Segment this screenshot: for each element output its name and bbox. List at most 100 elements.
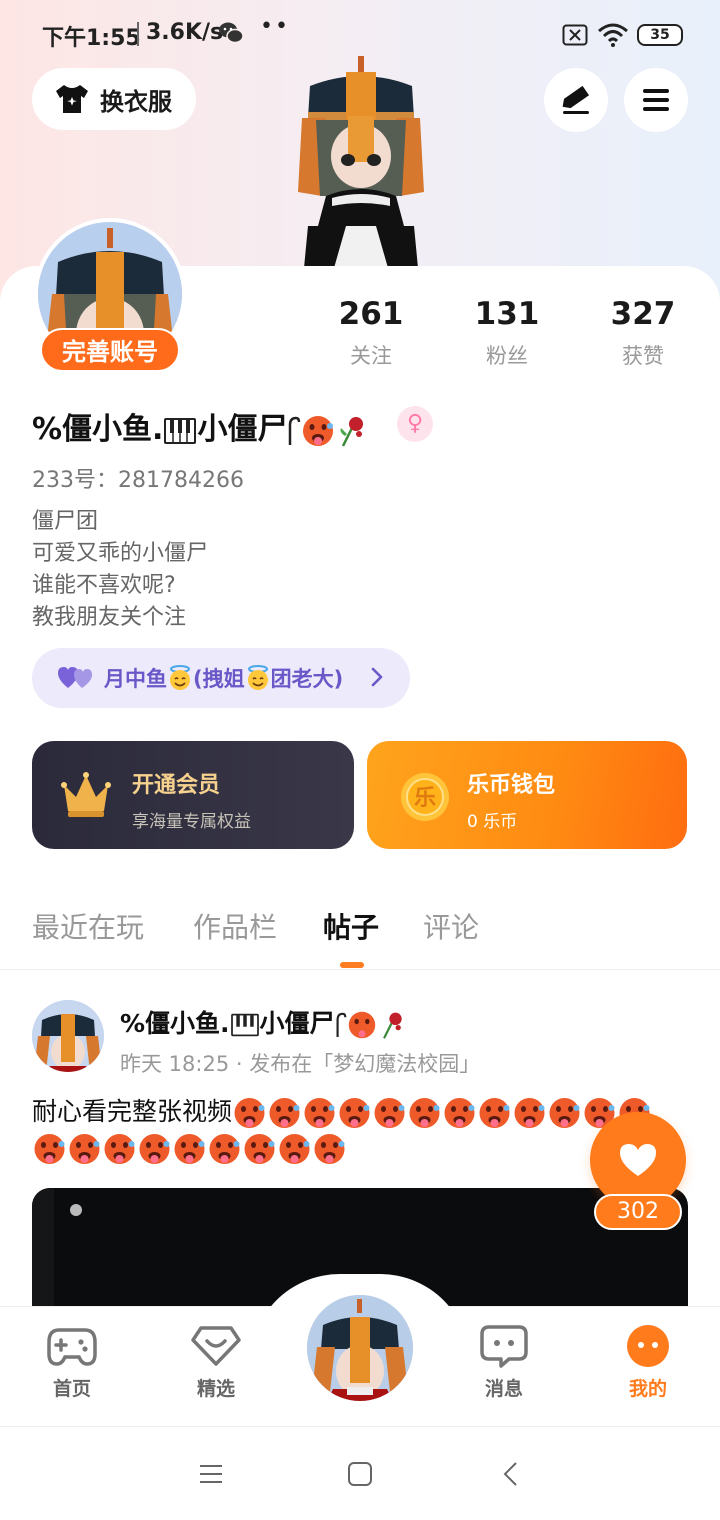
heart-icon — [620, 1144, 656, 1176]
wifi-icon — [598, 23, 628, 47]
hot-face-emoji-icon — [479, 1098, 510, 1128]
wilted-rose-icon — [340, 416, 364, 447]
face-icon — [627, 1325, 669, 1367]
wallet-card[interactable]: 乐 乐币钱包 0 乐币 — [367, 741, 687, 849]
avatar-portrait-icon — [32, 1000, 104, 1072]
stat-following-label: 关注 — [350, 344, 392, 368]
piano-icon — [164, 417, 197, 444]
battery-indicator: 35 — [637, 24, 683, 46]
back-icon[interactable] — [496, 1459, 526, 1489]
status-time: 下午1:55 — [42, 26, 141, 51]
username: %僵小鱼. 小僵尸 — [32, 404, 369, 448]
hamburger-menu-icon — [643, 89, 669, 111]
nav-me-label: 我的 — [628, 1378, 667, 1400]
vip-subtitle: 享海量专属权益 — [132, 812, 251, 832]
tab-comments[interactable]: 评论 — [423, 906, 479, 946]
double-heart-icon — [58, 667, 92, 688]
tab-works[interactable]: 作品栏 — [193, 906, 277, 946]
halo-smile-emoji-icon — [170, 665, 190, 690]
profile-tabs: 最近在玩 作品栏 帖子 评论 — [0, 900, 720, 970]
group-text-part1: 月中鱼 — [104, 667, 167, 691]
user-id[interactable]: 233号：281784266 — [32, 462, 244, 494]
hot-face-emoji-icon — [139, 1134, 170, 1164]
post-author-prefix: %僵小鱼. — [120, 1009, 230, 1038]
pen-icon — [562, 85, 590, 114]
bio-line: 教我朋友关个注 — [32, 605, 187, 630]
bio-line: 谁能不喜欢呢? — [32, 573, 176, 598]
gender-female-icon: ♀ — [397, 406, 433, 442]
hot-face-emoji-icon — [174, 1134, 205, 1164]
nav-messages-label: 消息 — [484, 1378, 523, 1400]
nav-home-label: 首页 — [52, 1378, 91, 1400]
hot-face-emoji-icon — [314, 1134, 345, 1164]
bio-line: 僵尸团 — [32, 509, 99, 534]
status-more-dots: •• — [260, 14, 290, 39]
stat-likes[interactable]: 327 获赞 — [583, 296, 703, 370]
menu-button[interactable] — [624, 68, 688, 132]
username-suffix: 小僵尸 — [197, 412, 288, 447]
chat-icon — [480, 1325, 528, 1368]
hot-face-emoji-icon — [549, 1098, 580, 1128]
post-text[interactable]: 耐心看完整张视频 — [32, 1094, 682, 1166]
active-tab-indicator — [340, 962, 364, 968]
status-separator — [137, 22, 139, 46]
recent-apps-icon[interactable] — [196, 1459, 226, 1489]
home-icon[interactable] — [345, 1459, 375, 1489]
hot-face-emoji-icon — [34, 1134, 65, 1164]
halo-smile-emoji-icon — [247, 665, 268, 690]
nav-featured-label: 精选 — [196, 1378, 235, 1400]
complete-account-button[interactable]: 完善账号 — [40, 328, 180, 372]
zombie-hand-icon — [336, 1012, 346, 1037]
hot-face-emoji-icon — [303, 415, 334, 446]
gamepad-icon — [47, 1328, 97, 1366]
nav-me[interactable]: 我的 — [608, 1324, 688, 1401]
tab-posts[interactable]: 帖子 — [323, 906, 379, 946]
hot-face-emoji-icon — [514, 1098, 545, 1128]
hot-face-emoji-icon — [409, 1098, 440, 1128]
nav-home[interactable]: 首页 — [32, 1324, 112, 1401]
character-avatar-figure[interactable] — [296, 56, 426, 268]
chevron-right-icon — [371, 667, 383, 687]
stat-following[interactable]: 261 关注 — [311, 296, 431, 370]
stat-likes-value: 327 — [610, 296, 676, 332]
hot-face-emoji-icon — [444, 1098, 475, 1128]
nav-center-avatar[interactable] — [304, 1292, 416, 1404]
hot-face-emoji-icon — [104, 1134, 135, 1164]
wallet-title: 乐币钱包 — [467, 773, 556, 798]
sim-off-icon — [562, 24, 588, 46]
stat-followers-value: 131 — [474, 296, 540, 332]
change-outfit-button[interactable]: 换衣服 — [32, 68, 196, 130]
change-outfit-label: 换衣服 — [100, 87, 172, 116]
vip-title: 开通会员 — [132, 773, 221, 798]
edit-profile-button[interactable] — [544, 68, 608, 132]
hot-face-emoji-icon — [279, 1134, 310, 1164]
hot-face-emoji-icon — [304, 1098, 335, 1128]
coin-char: 乐 — [414, 786, 436, 811]
bio-line: 可爱又乖的小僵尸 — [32, 541, 209, 566]
post-author-suffix: 小僵尸 — [259, 1009, 335, 1038]
group-text-part3: 团老大) — [270, 667, 344, 691]
stat-followers[interactable]: 131 粉丝 — [447, 296, 567, 370]
stat-following-value: 261 — [338, 296, 404, 332]
vip-membership-card[interactable]: 开通会员 享海量专属权益 — [32, 741, 354, 849]
wallet-balance: 0 乐币 — [467, 812, 518, 832]
group-relationship-pill[interactable]: 月中鱼 (拽姐 团老大) — [32, 648, 410, 708]
hot-face-emoji-icon — [339, 1098, 370, 1128]
group-text-part2: (拽姐 — [193, 667, 245, 691]
post-author-avatar[interactable] — [32, 1000, 104, 1072]
nav-messages[interactable]: 消息 — [464, 1324, 544, 1401]
coin-icon: 乐 — [401, 773, 449, 821]
post-meta[interactable]: 昨天 18:25 · 发布在「梦幻魔法校园」 — [120, 1048, 480, 1078]
nav-featured[interactable]: 精选 — [176, 1324, 256, 1401]
wilted-rose-icon — [382, 1012, 402, 1039]
tab-recently-played[interactable]: 最近在玩 — [32, 906, 144, 946]
hot-face-emoji-icon — [69, 1134, 100, 1164]
heart-gem-icon — [191, 1326, 241, 1366]
username-prefix: %僵小鱼. — [32, 412, 164, 447]
shirt-icon — [56, 85, 88, 113]
hot-face-emoji-icon — [374, 1098, 405, 1128]
post-author-name[interactable]: %僵小鱼. 小僵尸 — [120, 1004, 407, 1040]
zombie-hand-icon — [289, 416, 301, 445]
avatar-portrait-icon — [307, 1295, 413, 1401]
user-bio: 僵尸团 可爱又乖的小僵尸 谁能不喜欢呢? 教我朋友关个注 — [32, 506, 208, 634]
